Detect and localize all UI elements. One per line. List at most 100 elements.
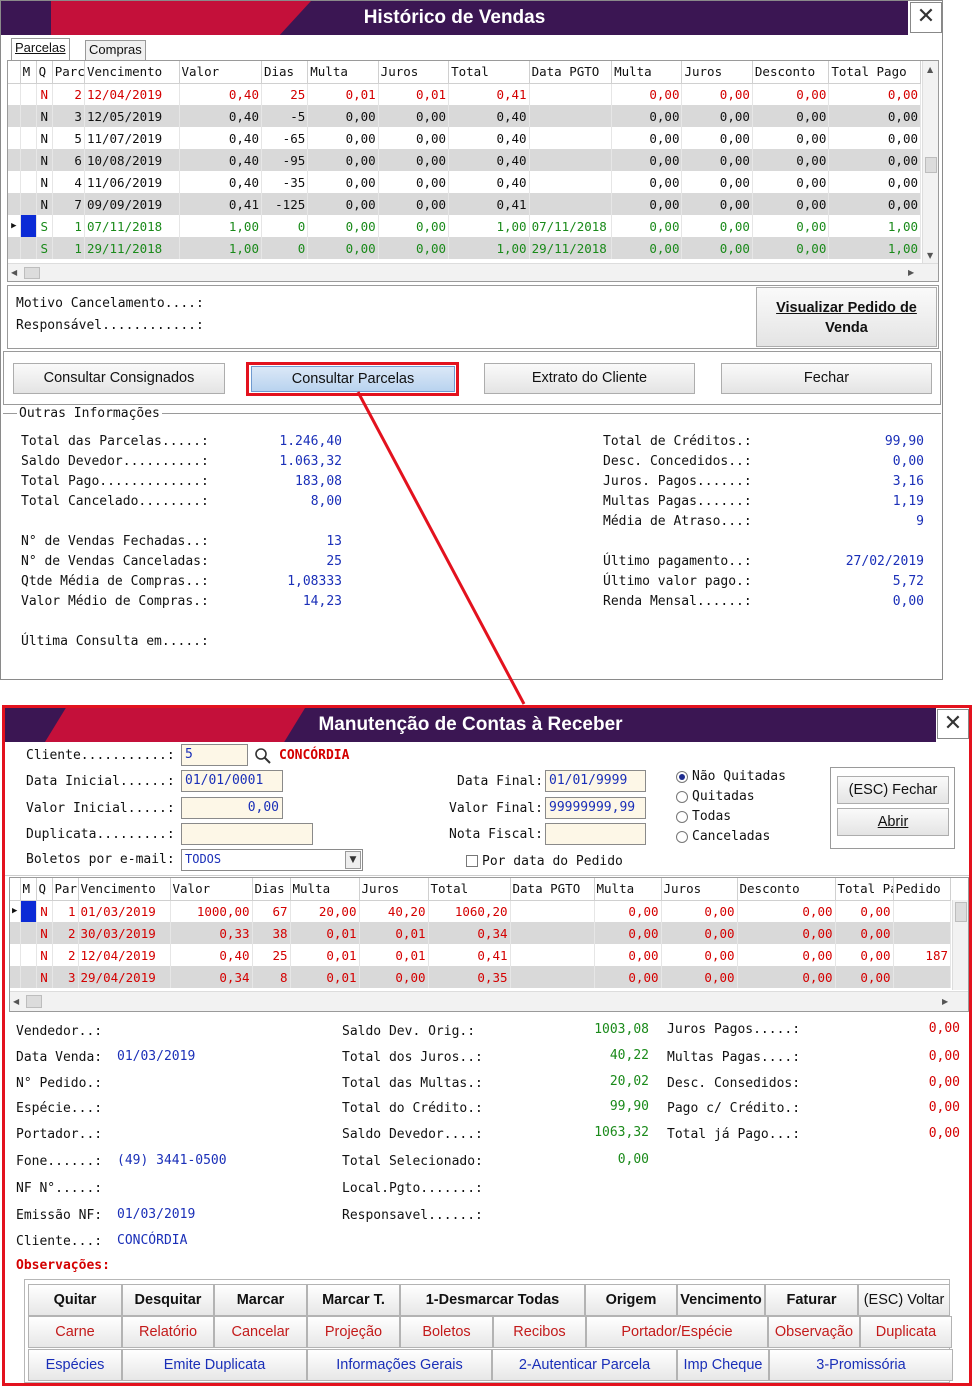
radio-label[interactable]: Todas: [692, 809, 731, 824]
cell-dias: 25: [252, 944, 291, 966]
radio-label[interactable]: Canceladas: [692, 829, 770, 844]
action-button-imp-cheque[interactable]: Imp Cheque: [677, 1349, 769, 1381]
scroll-thumb-h2[interactable]: [26, 995, 42, 1008]
filter-panel: Cliente...........: 5 CONCÓRDIA Data Ini…: [5, 740, 969, 876]
action-group: (ESC) Fechar Abrir: [830, 767, 955, 849]
action-button-origem[interactable]: Origem: [585, 1284, 677, 1316]
action-button-marcar-t[interactable]: Marcar T.: [307, 1284, 400, 1316]
cell-valor: 0,34: [170, 966, 253, 988]
radio-2[interactable]: [676, 811, 688, 823]
action-button-relat-rio[interactable]: Relatório: [122, 1316, 214, 1348]
cell-multa: 20,00: [290, 900, 360, 922]
action-button-3-promiss-ria[interactable]: 3-Promissória: [769, 1349, 953, 1381]
radio-label[interactable]: Quitadas: [692, 789, 755, 804]
column-header[interactable]: Data PGTO: [510, 878, 595, 901]
table-row[interactable]: N 2 30/03/2019 0,33 38 0,01 0,01 0,34 0,00 0,00 0,…: [10, 922, 951, 944]
detail-value: 0,00: [928, 1126, 960, 1141]
column-header[interactable]: Pedido: [893, 878, 951, 901]
action-button-2-autenticar-parcela[interactable]: 2-Autenticar Parcela: [492, 1349, 677, 1381]
detail-value: 0,00: [928, 1049, 960, 1064]
cell-data_pgto: [510, 966, 595, 988]
action-button-cancelar[interactable]: Cancelar: [214, 1316, 307, 1348]
abrir-button[interactable]: Abrir: [837, 808, 949, 836]
por-data-checkbox[interactable]: [466, 855, 478, 867]
cell-dias: 8: [252, 966, 291, 988]
column-header[interactable]: Vencimento: [78, 878, 171, 901]
column-header[interactable]: Total Pago: [835, 878, 894, 901]
duplicata-label: Duplicata.........:: [26, 827, 175, 842]
observacoes-label: Observações:: [16, 1258, 110, 1273]
action-button-marcar[interactable]: Marcar: [214, 1284, 307, 1316]
valor-inicial-input[interactable]: 0,00: [181, 797, 283, 819]
column-header[interactable]: Valor: [170, 878, 253, 901]
detail-label: Total já Pago...:: [667, 1127, 801, 1142]
row-indicator: [10, 944, 21, 966]
action-button-emite-duplicata[interactable]: Emite Duplicata: [122, 1349, 307, 1381]
table-row[interactable]: N 3 29/04/2019 0,34 8 0,01 0,00 0,35 0,00 0,00 0,0…: [10, 966, 951, 988]
column-header[interactable]: Desconto: [737, 878, 836, 901]
detail-value: 0,00: [928, 1100, 960, 1115]
cell-juros2: 0,00: [661, 900, 738, 922]
detail-value: 20,02: [609, 1074, 649, 1089]
action-button-esp-cies[interactable]: Espécies: [28, 1349, 122, 1381]
action-button-portador-esp-cie[interactable]: Portador/Espécie: [586, 1316, 768, 1348]
column-header[interactable]: Q: [36, 878, 53, 901]
detail-label: Juros Pagos.....:: [667, 1022, 801, 1037]
details-panel: Vendedor..: Data Venda: 01/03/2019 N° Pedid…: [5, 1013, 969, 1278]
action-button-desquitar[interactable]: Desquitar: [122, 1284, 214, 1316]
nota-fiscal-input[interactable]: [545, 823, 646, 845]
data-final-input[interactable]: 01/01/9999: [545, 770, 646, 792]
vertical-scrollbar-2[interactable]: [952, 900, 968, 990]
cell-data_pgto: [510, 944, 595, 966]
action-button-faturar[interactable]: Faturar: [765, 1284, 858, 1316]
close-button-2[interactable]: ✕: [937, 709, 969, 739]
cell-multa2: 0,00: [594, 944, 662, 966]
column-header[interactable]: Total: [428, 878, 511, 901]
radio-1[interactable]: [676, 791, 688, 803]
table-row[interactable]: ▶ N 1 01/03/2019 1000,00 67 20,00 40,20 1060,20 0…: [10, 900, 951, 922]
column-header[interactable]: Multa: [594, 878, 662, 901]
chevron-down-icon[interactable]: ▼: [345, 851, 361, 869]
cell-multa2: 0,00: [594, 900, 662, 922]
scroll-left-icon[interactable]: ◀: [13, 997, 19, 1006]
column-header[interactable]: Juros: [359, 878, 429, 901]
boletos-select[interactable]: TODOS ▼: [181, 849, 363, 871]
cell-venc: 30/03/2019: [78, 922, 171, 944]
action-button-proje-o[interactable]: Projeção: [307, 1316, 400, 1348]
scroll-thumb-2[interactable]: [955, 902, 967, 922]
action-button-boletos[interactable]: Boletos: [400, 1316, 493, 1348]
data-inicial-input[interactable]: 01/01/0001: [181, 770, 283, 792]
cell-venc: 12/04/2019: [78, 944, 171, 966]
scroll-right-icon[interactable]: ▶: [942, 997, 948, 1006]
horizontal-scrollbar-2[interactable]: ◀ ▶: [10, 991, 968, 1011]
radio-3[interactable]: [676, 831, 688, 843]
action-button-1-desmarcar-todas[interactable]: 1-Desmarcar Todas: [400, 1284, 585, 1316]
column-header[interactable]: Par: [52, 878, 79, 901]
column-header[interactable]: Multa: [290, 878, 360, 901]
table-row[interactable]: N 2 12/04/2019 0,40 25 0,01 0,01 0,41 0,00 0,00 0,…: [10, 944, 951, 966]
action-button-carne[interactable]: Carne: [28, 1316, 122, 1348]
duplicata-input[interactable]: [181, 823, 313, 845]
cliente-input[interactable]: 5: [181, 744, 248, 766]
action-button-vencimento[interactable]: Vencimento: [677, 1284, 765, 1316]
data-final-label: Data Final:: [457, 774, 544, 789]
cell-pedido: [893, 900, 951, 922]
action-button-quitar[interactable]: Quitar: [28, 1284, 122, 1316]
action-button-recibos[interactable]: Recibos: [493, 1316, 586, 1348]
radio-label[interactable]: Não Quitadas: [692, 769, 786, 784]
cell-venc: 29/04/2019: [78, 966, 171, 988]
valor-final-input[interactable]: 99999999,99: [545, 797, 646, 819]
esc-fechar-button[interactable]: (ESC) Fechar: [837, 776, 949, 804]
search-icon[interactable]: [254, 747, 272, 765]
action-button-duplicata[interactable]: Duplicata: [860, 1316, 952, 1348]
action-button-informa-es-gerais[interactable]: Informações Gerais: [307, 1349, 492, 1381]
radio-0[interactable]: [676, 771, 688, 783]
cell-q: N: [36, 944, 53, 966]
column-header[interactable]: Dias: [252, 878, 291, 901]
column-header[interactable]: Juros: [661, 878, 738, 901]
cell-m: [20, 900, 37, 922]
action-button-esc-voltar[interactable]: (ESC) Voltar: [858, 1284, 950, 1316]
cell-juros2: 0,00: [661, 944, 738, 966]
action-button-observa-o[interactable]: Observação: [768, 1316, 860, 1348]
column-header[interactable]: M: [20, 878, 37, 901]
